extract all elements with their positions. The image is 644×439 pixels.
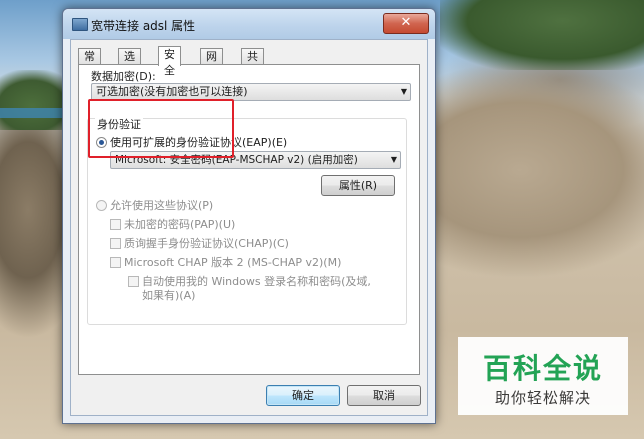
pap-label: 未加密的密码(PAP)(U) (124, 218, 236, 231)
close-icon: ✕ (400, 15, 412, 30)
mschapv2-checkbox[interactable] (110, 257, 121, 268)
properties-dialog: 宽带连接 adsl 属性 ✕ 常规 选项 安全 网络 共享 数据加密(D): 可… (62, 8, 436, 424)
dropdown-arrow-icon: ▼ (400, 87, 407, 96)
network-connection-icon (72, 18, 88, 31)
watermark-subtitle: 助你轻松解决 (494, 389, 591, 407)
auto-logon-label-line2: 如果有)(A) (142, 289, 196, 302)
watermark: 百科全说 助你轻松解决 (458, 337, 628, 415)
encryption-select-value: 可选加密(没有加密也可以连接) (96, 85, 248, 98)
tab-general[interactable]: 常规 (78, 48, 101, 79)
close-button[interactable]: ✕ (383, 13, 429, 34)
chap-label: 质询握手身份验证协议(CHAP)(C) (124, 237, 289, 250)
auto-logon-checkbox[interactable] (128, 276, 139, 287)
window-title: 宽带连接 adsl 属性 (91, 19, 196, 33)
title-bar[interactable]: 宽带连接 adsl 属性 ✕ (63, 9, 435, 39)
tab-networking[interactable]: 网络 (200, 48, 223, 79)
watermark-title: 百科全说 (482, 352, 603, 385)
cancel-button[interactable]: 取消 (347, 385, 421, 406)
pap-checkbox[interactable] (110, 219, 121, 230)
mschapv2-label: Microsoft CHAP 版本 2 (MS-CHAP v2)(M) (124, 256, 342, 269)
encryption-label: 数据加密(D): (91, 70, 156, 83)
tab-security[interactable]: 安全 (158, 46, 181, 77)
annotation-highlight-box (88, 99, 234, 158)
ok-button[interactable]: 确定 (266, 385, 340, 406)
tab-sharing[interactable]: 共享 (241, 48, 264, 79)
wallpaper-sea (0, 108, 70, 118)
wallpaper-hill-right (440, 0, 644, 70)
chap-checkbox[interactable] (110, 238, 121, 249)
properties-button[interactable]: 属性(R) (321, 175, 395, 196)
dropdown-arrow-icon: ▼ (390, 155, 397, 164)
dialog-client-area: 常规 选项 安全 网络 共享 数据加密(D): 可选加密(没有加密也可以连接) … (70, 39, 428, 416)
allow-protocols-radio[interactable] (96, 200, 107, 211)
allow-protocols-label: 允许使用这些协议(P) (110, 199, 214, 212)
tab-options[interactable]: 选项 (118, 48, 141, 79)
